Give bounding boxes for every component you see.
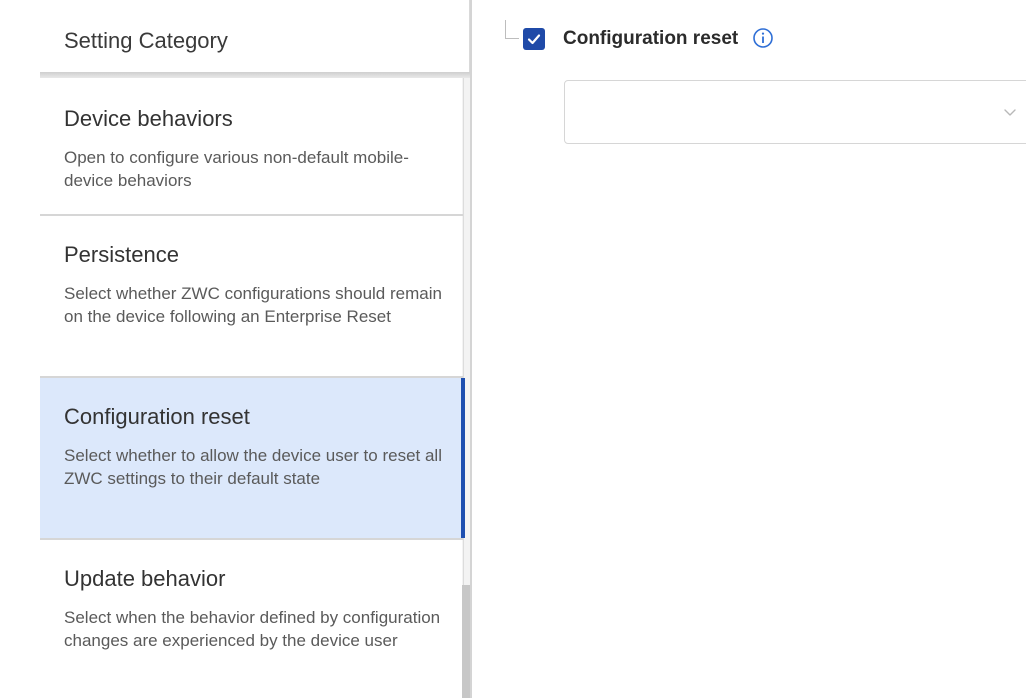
- category-item-description: Open to configure various non-default mo…: [64, 148, 409, 190]
- category-item-device-behaviors[interactable]: Device behaviors Open to configure vario…: [40, 78, 463, 216]
- category-header-title: Setting Category: [64, 28, 228, 53]
- category-list: Device behaviors Open to configure vario…: [40, 78, 465, 698]
- category-item-label: Persistence: [64, 242, 179, 267]
- category-item-description: Select whether to allow the device user …: [64, 446, 442, 488]
- category-item-label: Device behaviors: [64, 106, 233, 131]
- category-header: Setting Category: [40, 0, 470, 74]
- info-circle-icon[interactable]: [752, 27, 774, 49]
- configuration-reset-select[interactable]: [564, 80, 1026, 144]
- panel-divider: [470, 0, 472, 698]
- checkmark-icon: [527, 34, 541, 45]
- category-item-configuration-reset[interactable]: Configuration reset Select whether to al…: [40, 378, 465, 540]
- scrollbar-thumb[interactable]: [462, 585, 470, 698]
- setting-label: Configuration reset: [563, 28, 739, 49]
- tree-connector: [505, 20, 506, 39]
- category-item-label: Update behavior: [64, 566, 226, 591]
- category-item-persistence[interactable]: Persistence Select whether ZWC configura…: [40, 216, 463, 378]
- setting-category-panel: Setting Category Device behaviors Open t…: [0, 0, 472, 698]
- tree-connector: [505, 38, 519, 39]
- category-item-label: Configuration reset: [64, 404, 250, 429]
- configuration-reset-checkbox[interactable]: [523, 28, 545, 50]
- chevron-down-icon: [1004, 109, 1016, 116]
- category-item-description: Select whether ZWC configurations should…: [64, 284, 442, 326]
- page: Setting Category Device behaviors Open t…: [0, 0, 1026, 698]
- category-item-update-behavior[interactable]: Update behavior Select when the behavior…: [40, 540, 463, 698]
- category-item-description: Select when the behavior defined by conf…: [64, 608, 441, 650]
